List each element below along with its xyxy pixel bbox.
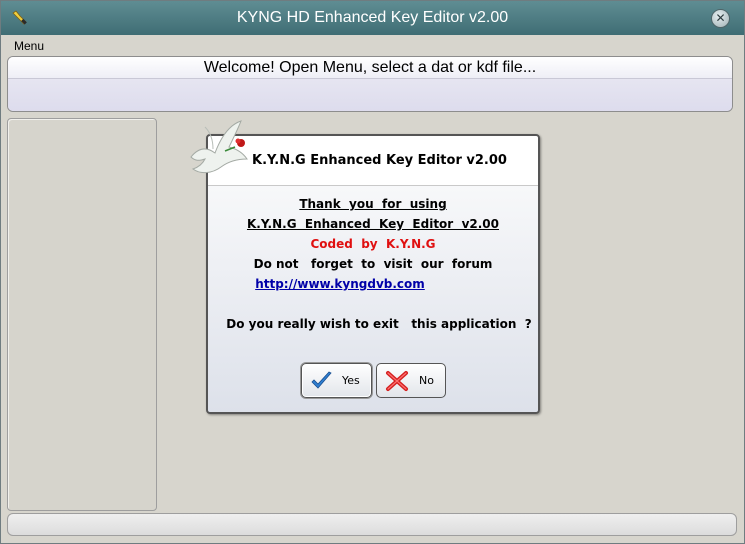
title-bar[interactable]: KYNG HD Enhanced Key Editor v2.00 ✕ bbox=[1, 1, 744, 35]
forum-text: Do not forget to visit our forum bbox=[253, 257, 493, 271]
yes-button[interactable]: Yes bbox=[301, 363, 372, 398]
coded-by-text: Coded by K.Y.N.G bbox=[310, 237, 436, 251]
exit-question: Do you really wish to exit this applicat… bbox=[226, 317, 532, 331]
dialog-title: K.Y.N.G Enhanced Key Editor v2.00 bbox=[252, 153, 507, 168]
exit-dialog: K.Y.N.G Enhanced Key Editor v2.00 Thank … bbox=[206, 134, 540, 414]
yes-label: Yes bbox=[342, 374, 360, 387]
status-panel: Welcome! Open Menu, select a dat or kdf … bbox=[7, 56, 733, 112]
menu-item-menu[interactable]: Menu bbox=[14, 39, 44, 53]
left-panel bbox=[7, 118, 157, 511]
app-window: KYNG HD Enhanced Key Editor v2.00 ✕ Menu… bbox=[0, 0, 745, 544]
forum-link[interactable]: http://www.kyngdvb.com bbox=[175, 277, 505, 291]
window-title: KYNG HD Enhanced Key Editor v2.00 bbox=[236, 9, 509, 26]
menu-bar: Menu bbox=[1, 35, 744, 55]
status-secondary-area bbox=[8, 79, 732, 111]
dove-icon bbox=[190, 120, 248, 174]
no-label: No bbox=[419, 374, 434, 387]
no-button[interactable]: No bbox=[376, 363, 446, 398]
thanks-text: Thank you for using bbox=[299, 197, 447, 211]
product-text: K.Y.N.G Enhanced Key Editor v2.00 bbox=[246, 217, 500, 231]
status-message: Welcome! Open Menu, select a dat or kdf … bbox=[8, 57, 732, 79]
close-button[interactable]: ✕ bbox=[711, 9, 730, 28]
bottom-status-bar bbox=[7, 513, 737, 536]
close-icon: ✕ bbox=[715, 11, 726, 25]
x-mark-icon bbox=[386, 371, 408, 391]
checkmark-icon bbox=[311, 371, 332, 389]
dialog-header: K.Y.N.G Enhanced Key Editor v2.00 bbox=[208, 136, 538, 186]
